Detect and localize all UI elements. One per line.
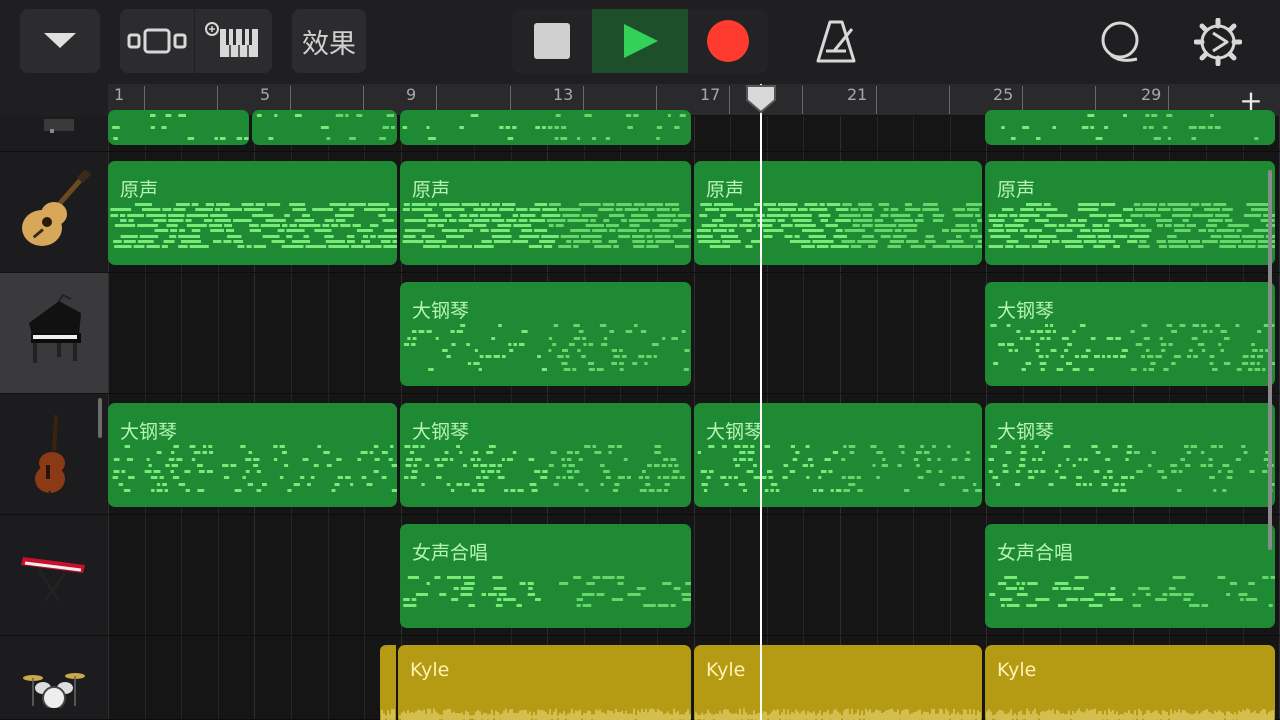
ruler-tick	[876, 86, 877, 114]
note-pattern	[1001, 114, 1259, 140]
gear-icon	[1194, 18, 1242, 66]
audio-region[interactable]: Kyle	[985, 645, 1275, 720]
record-icon	[707, 20, 749, 62]
note-pattern	[256, 114, 395, 140]
midi-region[interactable]	[252, 110, 397, 145]
midi-region[interactable]: 大钢琴	[985, 282, 1275, 386]
chevron-down-icon	[44, 33, 76, 48]
track-list-scrollbar[interactable]	[98, 398, 102, 438]
midi-region[interactable]: 女声合唱	[400, 524, 691, 628]
region-name: Kyle	[410, 659, 450, 681]
record-button[interactable]	[688, 9, 768, 73]
ruler-tick	[729, 86, 730, 114]
midi-region[interactable]: 大钢琴	[400, 403, 691, 507]
audio-region[interactable]	[380, 645, 396, 720]
view-toggle-group	[120, 9, 272, 73]
vertical-scrollbar[interactable]	[1268, 170, 1272, 550]
bar-number: 25	[993, 85, 1014, 104]
region-name: 女声合唱	[412, 542, 489, 564]
midi-region[interactable]: 原声	[400, 161, 691, 265]
instrument-icon	[44, 118, 74, 133]
transport-controls	[512, 9, 768, 73]
garageband-tracks-view: 效果 1 5 9 13 17 21 25 29 + 原声 原声 原声 原声 大钢…	[0, 0, 1280, 720]
waveform	[986, 708, 1274, 720]
toolbar: 效果	[0, 0, 1280, 84]
track-header-acoustic-guitar[interactable]	[0, 152, 108, 273]
bar-number: 21	[847, 85, 868, 104]
midi-region[interactable]: 大钢琴	[400, 282, 691, 386]
region-name: Kyle	[706, 659, 746, 681]
midi-region[interactable]	[108, 110, 249, 145]
fx-label: 效果	[302, 28, 356, 60]
stop-button[interactable]	[512, 9, 592, 73]
midi-region[interactable]: 大钢琴	[694, 403, 982, 507]
region-name: 女声合唱	[997, 542, 1074, 564]
cello-icon	[35, 414, 65, 497]
midi-region[interactable]: 原声	[694, 161, 982, 265]
play-button[interactable]	[592, 9, 688, 73]
track-header-grand-piano[interactable]	[0, 273, 108, 394]
waveform	[381, 708, 395, 720]
tracks-view-icon	[127, 28, 187, 54]
bar-number: 1	[114, 85, 125, 104]
region-name: 原声	[120, 179, 159, 201]
region-name: 大钢琴	[997, 300, 1055, 322]
drum-kit-icon	[23, 672, 85, 708]
region-name: 大钢琴	[997, 421, 1055, 443]
bar-number: 17	[700, 85, 721, 104]
keyboard-icon	[21, 557, 85, 602]
ruler-tick	[802, 86, 803, 114]
my-songs-dropdown-button[interactable]	[20, 9, 100, 73]
track-lanes: 原声 原声 原声 原声 大钢琴 大钢琴 大钢琴 大钢琴 大钢琴 大钢琴 女声合唱…	[108, 110, 1280, 720]
track-header-top[interactable]	[0, 116, 108, 152]
track-headers	[0, 116, 108, 720]
metronome-icon	[816, 20, 856, 63]
midi-region[interactable]: 女声合唱	[985, 524, 1275, 628]
settings-button[interactable]	[1190, 14, 1246, 70]
keyboard-settings-icon	[204, 22, 258, 57]
track-header-cello[interactable]	[0, 394, 108, 515]
note-pattern	[402, 114, 686, 140]
waveform	[695, 708, 981, 720]
play-icon	[624, 24, 658, 58]
ruler-tick	[949, 86, 950, 114]
midi-region[interactable]: 大钢琴	[108, 403, 397, 507]
region-name: Kyle	[997, 659, 1037, 681]
midi-region[interactable]: 原声	[108, 161, 397, 265]
bar-number: 5	[260, 85, 271, 104]
acoustic-guitar-icon	[22, 170, 92, 246]
ruler-corner	[0, 84, 108, 116]
region-name: 大钢琴	[120, 421, 178, 443]
loop-browser-button[interactable]	[1092, 14, 1148, 70]
track-header-synth[interactable]	[0, 515, 108, 636]
note-pattern	[112, 114, 249, 140]
stop-icon	[534, 23, 570, 59]
midi-region[interactable]	[400, 110, 691, 145]
instrument-view-button[interactable]	[194, 9, 270, 73]
waveform	[399, 708, 691, 720]
loop-icon	[1101, 21, 1139, 62]
midi-region[interactable]: 大钢琴	[985, 403, 1275, 507]
playhead-handle[interactable]	[745, 84, 777, 114]
region-name: 原声	[997, 179, 1036, 201]
bar-number: 29	[1141, 85, 1162, 104]
metronome-button[interactable]	[808, 14, 864, 70]
midi-region[interactable]: 原声	[985, 161, 1275, 265]
region-name: 大钢琴	[706, 421, 764, 443]
grand-piano-icon	[29, 293, 81, 363]
tracks-view-button[interactable]	[120, 9, 194, 73]
fx-button[interactable]: 效果	[292, 9, 366, 73]
bar-number: 13	[553, 85, 574, 104]
track-header-drums[interactable]	[0, 636, 108, 720]
region-name: 原声	[706, 179, 745, 201]
audio-region[interactable]: Kyle	[398, 645, 691, 720]
region-name: 大钢琴	[412, 300, 470, 322]
bar-number: 9	[406, 85, 417, 104]
region-name: 大钢琴	[412, 421, 470, 443]
midi-region[interactable]	[985, 110, 1275, 145]
playhead-line	[760, 84, 762, 720]
region-name: 原声	[412, 179, 451, 201]
audio-region[interactable]: Kyle	[694, 645, 982, 720]
